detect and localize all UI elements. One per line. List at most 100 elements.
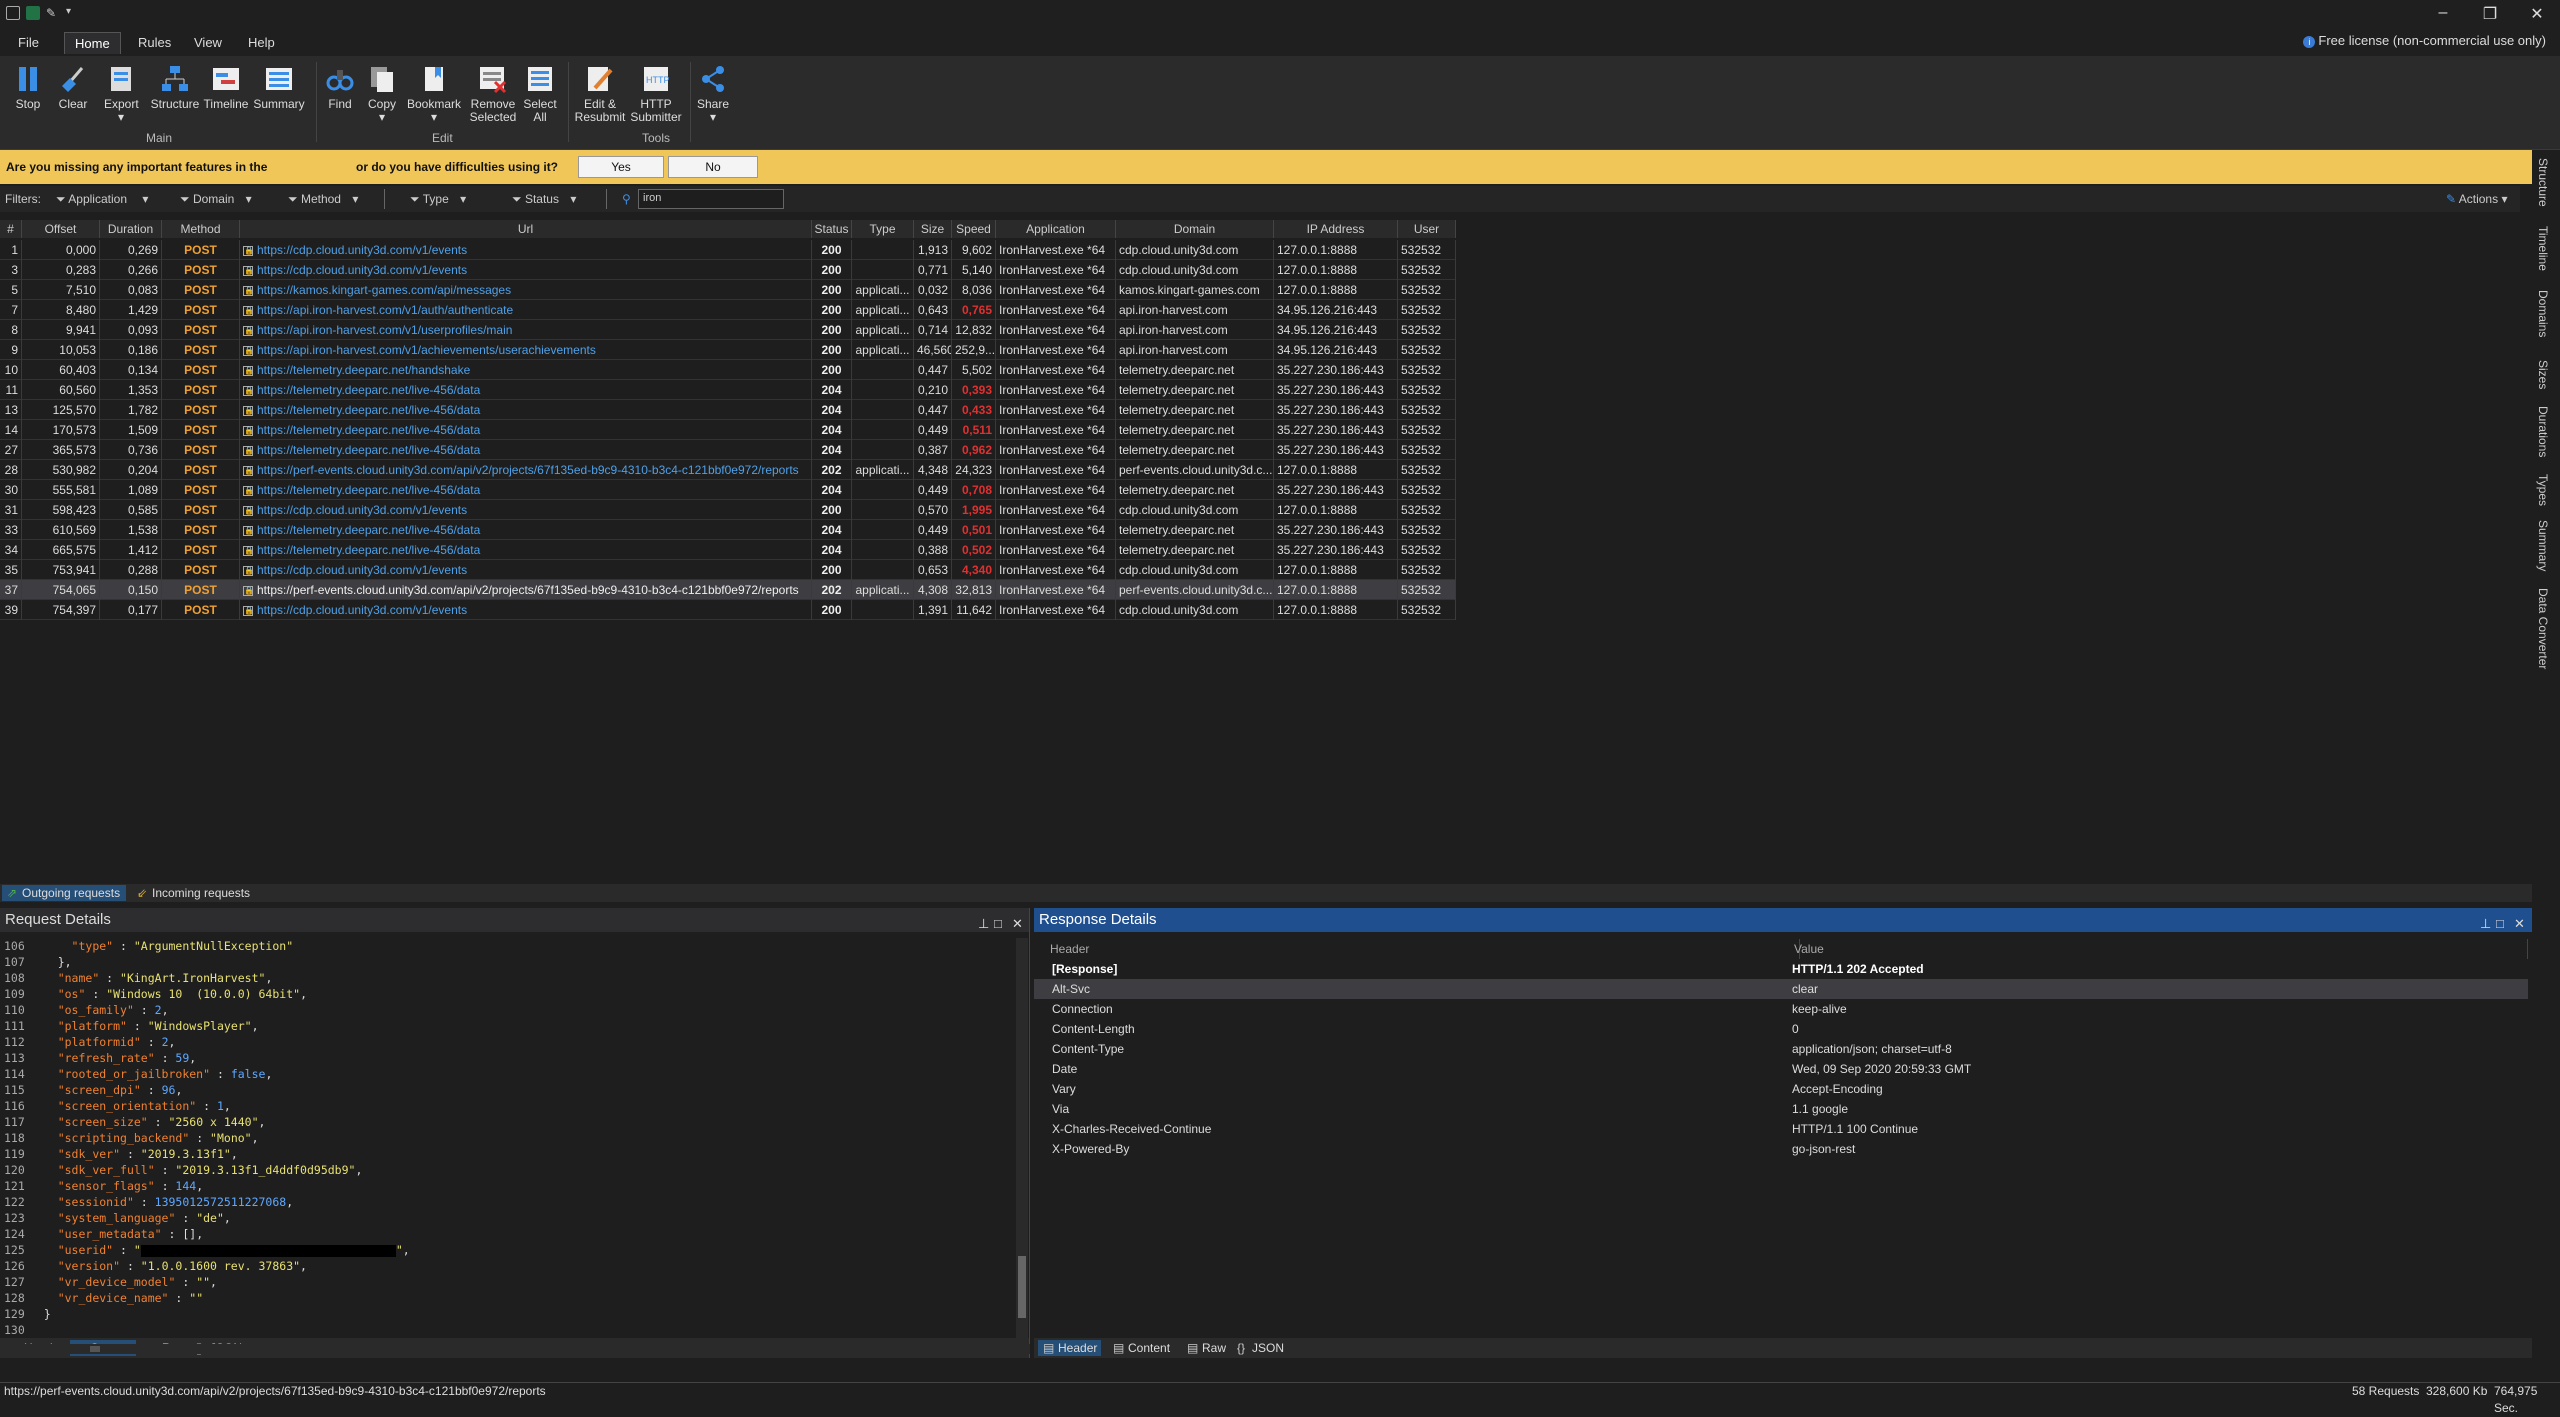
banner-no-button[interactable]: No (668, 156, 758, 178)
edit-resubmit-button[interactable]: Edit & Resubmit (574, 64, 626, 124)
filter-type[interactable]: ⏷ Type ▾ (410, 192, 466, 207)
brush-icon[interactable]: ✎ (46, 6, 60, 20)
menu-home[interactable]: Home (64, 32, 121, 54)
url-text[interactable]: https://cdp.cloud.unity3d.com/v1/events (257, 263, 467, 277)
url-text[interactable]: https://api.iron-harvest.com/v1/userprof… (257, 323, 512, 337)
share-button[interactable]: Share ▾ (694, 64, 732, 124)
url-text[interactable]: https://cdp.cloud.unity3d.com/v1/events (257, 503, 467, 517)
url-text[interactable]: https://perf-events.cloud.unity3d.com/ap… (257, 463, 799, 477)
table-row[interactable]: 8 9,941 0,093 POST 🔒 https://api.iron-harvest… (0, 320, 1456, 340)
url-text[interactable]: https://cdp.cloud.unity3d.com/v1/events (257, 563, 467, 577)
tab-json[interactable]: {} JSON (1232, 1340, 1288, 1356)
menu-file[interactable]: File (8, 32, 49, 54)
url-text[interactable]: https://perf-events.cloud.unity3d.com/ap… (257, 583, 799, 597)
request-scrollbar-thumb[interactable] (1018, 1256, 1026, 1318)
table-row[interactable]: 3 0,283 0,266 POST 🔒 https://cdp.cloud.unity3… (0, 260, 1456, 280)
table-row[interactable]: 13 125,570 1,782 POST 🔒 https://telemetry.dee… (0, 400, 1456, 420)
col-domain[interactable]: Domain (1116, 220, 1274, 238)
col-header[interactable]: Header (1044, 939, 1800, 959)
url-text[interactable]: https://telemetry.deeparc.net/live-456/d… (257, 403, 480, 417)
sidebar-tab-sizes[interactable]: Sizes (2536, 360, 2550, 389)
col-value[interactable]: Value (1788, 939, 2528, 959)
request-hscroll-thumb[interactable] (90, 1346, 100, 1352)
response-header-row[interactable]: Vary Accept-Encoding (1034, 1079, 2528, 1099)
col-url[interactable]: Url (240, 220, 812, 238)
response-header-row[interactable]: Content-Length 0 (1034, 1019, 2528, 1039)
response-header-row[interactable]: [Response] HTTP/1.1 202 Accepted (1034, 959, 2528, 979)
pin-icon[interactable]: ⊥ (978, 912, 989, 936)
sidebar-tab-summary[interactable]: Summary (2536, 520, 2550, 571)
table-row[interactable]: 39 754,397 0,177 POST 🔒 https://cdp.cloud.uni… (0, 600, 1456, 620)
url-text[interactable]: https://telemetry.deeparc.net/live-456/d… (257, 423, 480, 437)
response-header-row[interactable]: Alt-Svc clear (1034, 979, 2528, 999)
tab-outgoing-requests[interactable]: ⇗ Outgoing requests (2, 885, 127, 901)
tab-raw[interactable]: ▤Raw (1182, 1340, 1230, 1356)
select-all-button[interactable]: Select All (520, 64, 560, 124)
url-text[interactable]: https://api.iron-harvest.com/v1/achievem… (257, 343, 596, 357)
url-text[interactable]: https://telemetry.deeparc.net/live-456/d… (257, 383, 480, 397)
filter-domain[interactable]: ⏷ Domain ▾ (180, 192, 252, 207)
url-text[interactable]: https://cdp.cloud.unity3d.com/v1/events (257, 603, 467, 617)
table-row[interactable]: 30 555,581 1,089 POST 🔒 https://telemetry.dee… (0, 480, 1456, 500)
table-row[interactable]: 1 0,000 0,269 POST 🔒 https://cdp.cloud.unity3… (0, 240, 1456, 260)
url-text[interactable]: https://cdp.cloud.unity3d.com/v1/events (257, 243, 467, 257)
col-num[interactable]: # (0, 220, 22, 238)
table-row[interactable]: 11 60,560 1,353 POST 🔒 https://telemetry.deep… (0, 380, 1456, 400)
export-button[interactable]: Export ▾ (104, 64, 139, 124)
maximize-icon[interactable]: □ (994, 912, 1002, 936)
col-duration[interactable]: Duration (100, 220, 162, 238)
col-application[interactable]: Application (996, 220, 1116, 238)
response-header-row[interactable]: Content-Type application/json; charset=ut… (1034, 1039, 2528, 1059)
bookmark-button[interactable]: Bookmark ▾ (406, 64, 462, 124)
actions-dropdown[interactable]: ✎ Actions ▾ (2446, 192, 2507, 206)
response-header-row[interactable]: X-Powered-By go-json-rest (1034, 1139, 2528, 1159)
quick-access-dropdown-icon[interactable]: ▾ (66, 6, 80, 20)
summary-button[interactable]: Summary (252, 64, 306, 111)
url-text[interactable]: https://telemetry.deeparc.net/live-456/d… (257, 443, 480, 457)
col-type[interactable]: Type (852, 220, 914, 238)
filter-status[interactable]: ⏷ Status ▾ (512, 192, 576, 207)
table-row[interactable]: 5 7,510 0,083 POST 🔒 https://kamos.kingart-ga… (0, 280, 1456, 300)
clear-button[interactable]: Clear (56, 64, 90, 111)
minimize-icon[interactable]: – (2428, 4, 2458, 22)
table-row[interactable]: 10 60,403 0,134 POST 🔒 https://telemetry.deep… (0, 360, 1456, 380)
url-text[interactable]: https://kamos.kingart-games.com/api/mess… (257, 283, 511, 297)
filter-application[interactable]: ⏷ Application ▾ (56, 192, 148, 207)
col-offset[interactable]: Offset (22, 220, 100, 238)
sidebar-tab-types[interactable]: Types (2536, 474, 2550, 506)
table-row[interactable]: 9 10,053 0,186 POST 🔒 https://api.iron-harves… (0, 340, 1456, 360)
tab-incoming-requests[interactable]: ⇙ Incoming requests (132, 885, 256, 901)
col-ip[interactable]: IP Address (1274, 220, 1398, 238)
close-icon[interactable]: ✕ (2522, 4, 2552, 24)
timeline-button[interactable]: Timeline (202, 64, 250, 111)
table-row[interactable]: 14 170,573 1,509 POST 🔒 https://telemetry.dee… (0, 420, 1456, 440)
close-icon[interactable]: ✕ (1012, 912, 1023, 936)
table-row[interactable]: 28 530,982 0,204 POST 🔒 https://perf-events.c… (0, 460, 1456, 480)
request-horizontal-scrollbar[interactable] (0, 1344, 1030, 1354)
menu-help[interactable]: Help (238, 32, 285, 54)
filter-method[interactable]: ⏷ Method ▾ (288, 192, 358, 207)
url-text[interactable]: https://api.iron-harvest.com/v1/auth/aut… (257, 303, 513, 317)
banner-yes-button[interactable]: Yes (578, 156, 664, 178)
stop-button[interactable]: Stop (12, 64, 44, 111)
table-row[interactable]: 31 598,423 0,585 POST 🔒 https://cdp.cloud.uni… (0, 500, 1456, 520)
menu-view[interactable]: View (184, 32, 232, 54)
copy-button[interactable]: Copy ▾ (366, 64, 398, 124)
structure-button[interactable]: Structure (150, 64, 200, 111)
sidebar-tab-timeline[interactable]: Timeline (2536, 226, 2550, 271)
url-text[interactable]: https://telemetry.deeparc.net/live-456/d… (257, 483, 480, 497)
remove-selected-button[interactable]: Remove Selected (468, 64, 518, 124)
table-row[interactable]: 7 8,480 1,429 POST 🔒 https://api.iron-harvest… (0, 300, 1456, 320)
table-row[interactable]: 27 365,573 0,736 POST 🔒 https://telemetry.dee… (0, 440, 1456, 460)
close-icon[interactable]: ✕ (2514, 912, 2525, 936)
url-text[interactable]: https://telemetry.deeparc.net/live-456/d… (257, 523, 480, 537)
excel-icon[interactable] (26, 6, 40, 20)
maximize-icon[interactable]: □ (2496, 912, 2504, 936)
tab-content[interactable]: ▤Content (1108, 1340, 1174, 1356)
menu-rules[interactable]: Rules (128, 32, 181, 54)
sidebar-tab-structure[interactable]: Structure (2536, 158, 2550, 207)
find-button[interactable]: Find (324, 64, 356, 111)
response-header-row[interactable]: Via 1.1 google (1034, 1099, 2528, 1119)
pin-icon[interactable]: ⊥ (2480, 912, 2491, 936)
sidebar-tab-domains[interactable]: Domains (2536, 290, 2550, 337)
